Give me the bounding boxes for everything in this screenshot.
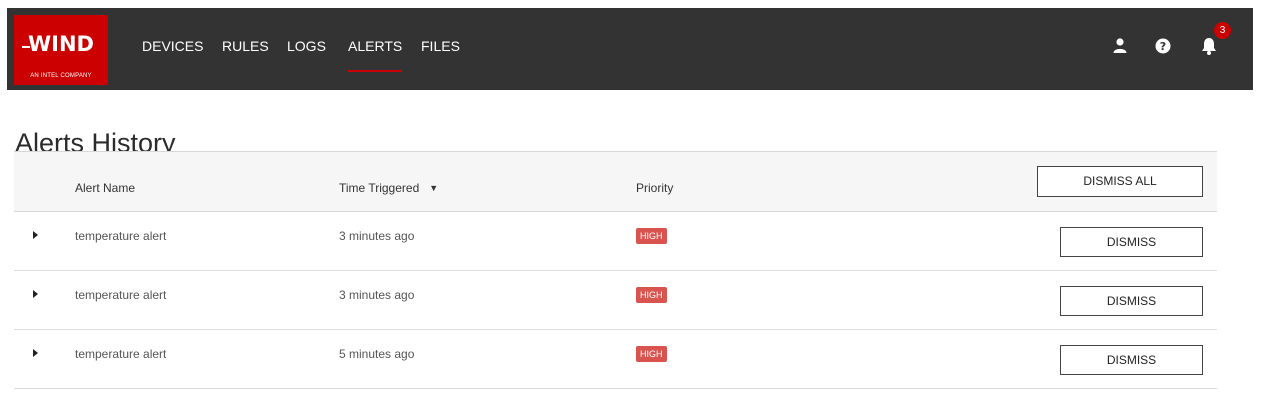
priority-badge: HIGH bbox=[636, 346, 667, 362]
time-triggered: 3 minutes ago bbox=[339, 229, 415, 243]
sort-descending-icon[interactable]: ▼ bbox=[429, 183, 438, 193]
column-header-priority[interactable]: Priority bbox=[636, 181, 673, 195]
time-triggered: 5 minutes ago bbox=[339, 347, 415, 361]
alerts-table: Alert Name Time Triggered ▼ Priority DISM… bbox=[14, 151, 1217, 389]
priority-badge: HIGH bbox=[636, 287, 667, 303]
table-row: temperature alert 5 minutes ago HIGH DIS… bbox=[14, 330, 1217, 389]
table-row: temperature alert 3 minutes ago HIGH DIS… bbox=[14, 212, 1217, 271]
expand-caret-icon[interactable] bbox=[33, 290, 38, 298]
nav-devices[interactable]: DEVICES bbox=[142, 38, 203, 54]
user-icon[interactable] bbox=[1110, 36, 1130, 56]
logo-tagline: AN INTEL COMPANY bbox=[30, 73, 92, 79]
help-icon[interactable]: ? bbox=[1153, 36, 1173, 56]
dismiss-button[interactable]: DISMISS bbox=[1060, 345, 1203, 375]
expand-caret-icon[interactable] bbox=[33, 231, 38, 239]
table-row: temperature alert 3 minutes ago HIGH DIS… bbox=[14, 271, 1217, 330]
dismiss-button[interactable]: DISMISS bbox=[1060, 227, 1203, 257]
notification-count-badge: 3 bbox=[1214, 22, 1231, 39]
svg-text:?: ? bbox=[1160, 40, 1166, 53]
dismiss-button[interactable]: DISMISS bbox=[1060, 286, 1203, 316]
wind-logo[interactable]: WIND AN INTEL COMPANY bbox=[14, 15, 108, 85]
top-navigation-bar: WIND AN INTEL COMPANY DEVICES RULES LOGS… bbox=[7, 8, 1253, 90]
expand-caret-icon[interactable] bbox=[33, 349, 38, 357]
dismiss-all-button[interactable]: DISMISS ALL bbox=[1037, 166, 1203, 197]
column-header-alert-name[interactable]: Alert Name bbox=[75, 181, 135, 195]
bell-icon[interactable] bbox=[1199, 36, 1219, 56]
nav-rules[interactable]: RULES bbox=[222, 38, 269, 54]
alert-name: temperature alert bbox=[75, 229, 167, 243]
nav-alerts[interactable]: ALERTS bbox=[348, 38, 403, 72]
alert-name: temperature alert bbox=[75, 347, 167, 361]
priority-badge: HIGH bbox=[636, 228, 667, 244]
logo-text: WIND bbox=[14, 32, 108, 56]
time-triggered: 3 minutes ago bbox=[339, 288, 415, 302]
nav-logs[interactable]: LOGS bbox=[287, 38, 326, 54]
nav-files[interactable]: FILES bbox=[421, 38, 460, 54]
column-header-time-triggered[interactable]: Time Triggered ▼ bbox=[339, 181, 438, 195]
alert-name: temperature alert bbox=[75, 288, 167, 302]
time-triggered-label: Time Triggered bbox=[339, 181, 420, 195]
table-header: Alert Name Time Triggered ▼ Priority DISM… bbox=[14, 151, 1217, 212]
